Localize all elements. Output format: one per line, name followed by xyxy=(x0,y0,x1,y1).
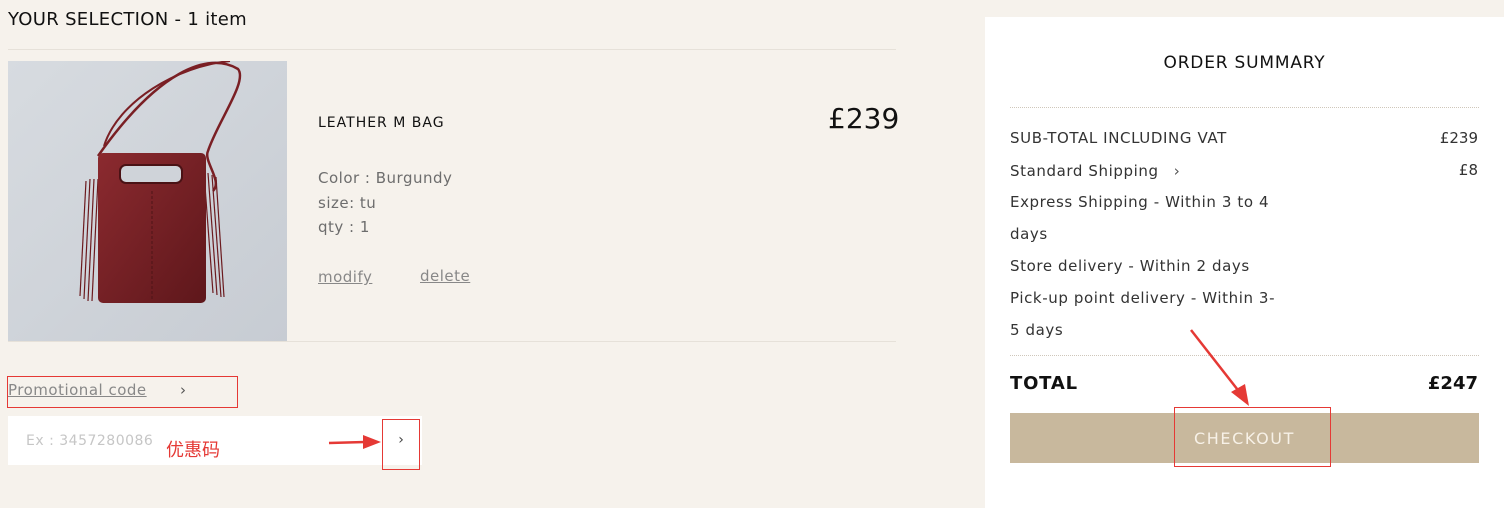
store-delivery-option[interactable]: Store delivery - Within 2 days xyxy=(1010,257,1250,275)
express-shipping-line2[interactable]: days xyxy=(1010,225,1048,243)
standard-shipping-option[interactable]: Standard Shipping › xyxy=(1010,161,1180,180)
total-label: TOTAL xyxy=(1010,373,1078,394)
total-value: £247 xyxy=(1427,373,1478,394)
product-image[interactable] xyxy=(8,61,287,341)
express-shipping-line1[interactable]: Express Shipping - Within 3 to 4 xyxy=(1010,193,1269,211)
standard-shipping-label: Standard Shipping xyxy=(1010,162,1159,180)
divider xyxy=(8,49,896,50)
annotation-box-checkout xyxy=(1174,407,1331,467)
product-qty: qty : 1 xyxy=(318,218,370,236)
annotation-box-promo-link xyxy=(7,376,238,408)
product-size: size: tu xyxy=(318,194,377,212)
delete-link[interactable]: delete xyxy=(420,267,470,285)
annotation-arrow-icon xyxy=(328,435,381,449)
annotation-note: 优惠码 xyxy=(166,440,220,461)
promo-code-input[interactable] xyxy=(24,428,178,454)
bag-image xyxy=(79,61,242,303)
chevron-right-icon: › xyxy=(1173,162,1181,180)
pickup-delivery-line2[interactable]: 5 days xyxy=(1010,321,1063,339)
modify-link[interactable]: modify xyxy=(318,268,372,286)
order-summary-title: ORDER SUMMARY xyxy=(1163,53,1326,73)
divider xyxy=(8,341,896,342)
annotation-box-promo-submit xyxy=(382,419,420,470)
standard-shipping-value: £8 xyxy=(1458,161,1478,179)
divider xyxy=(1010,107,1479,108)
subtotal-label: SUB-TOTAL INCLUDING VAT xyxy=(1010,129,1227,147)
selection-title: YOUR SELECTION - 1 item xyxy=(8,9,247,30)
product-name[interactable]: LEATHER M BAG xyxy=(318,115,445,131)
product-price: £239 xyxy=(828,102,900,135)
product-color: Color : Burgundy xyxy=(318,169,453,187)
pickup-delivery-line1[interactable]: Pick-up point delivery - Within 3- xyxy=(1010,289,1275,307)
subtotal-value: £239 xyxy=(1439,129,1478,147)
annotation-arrow-icon xyxy=(1190,329,1249,406)
